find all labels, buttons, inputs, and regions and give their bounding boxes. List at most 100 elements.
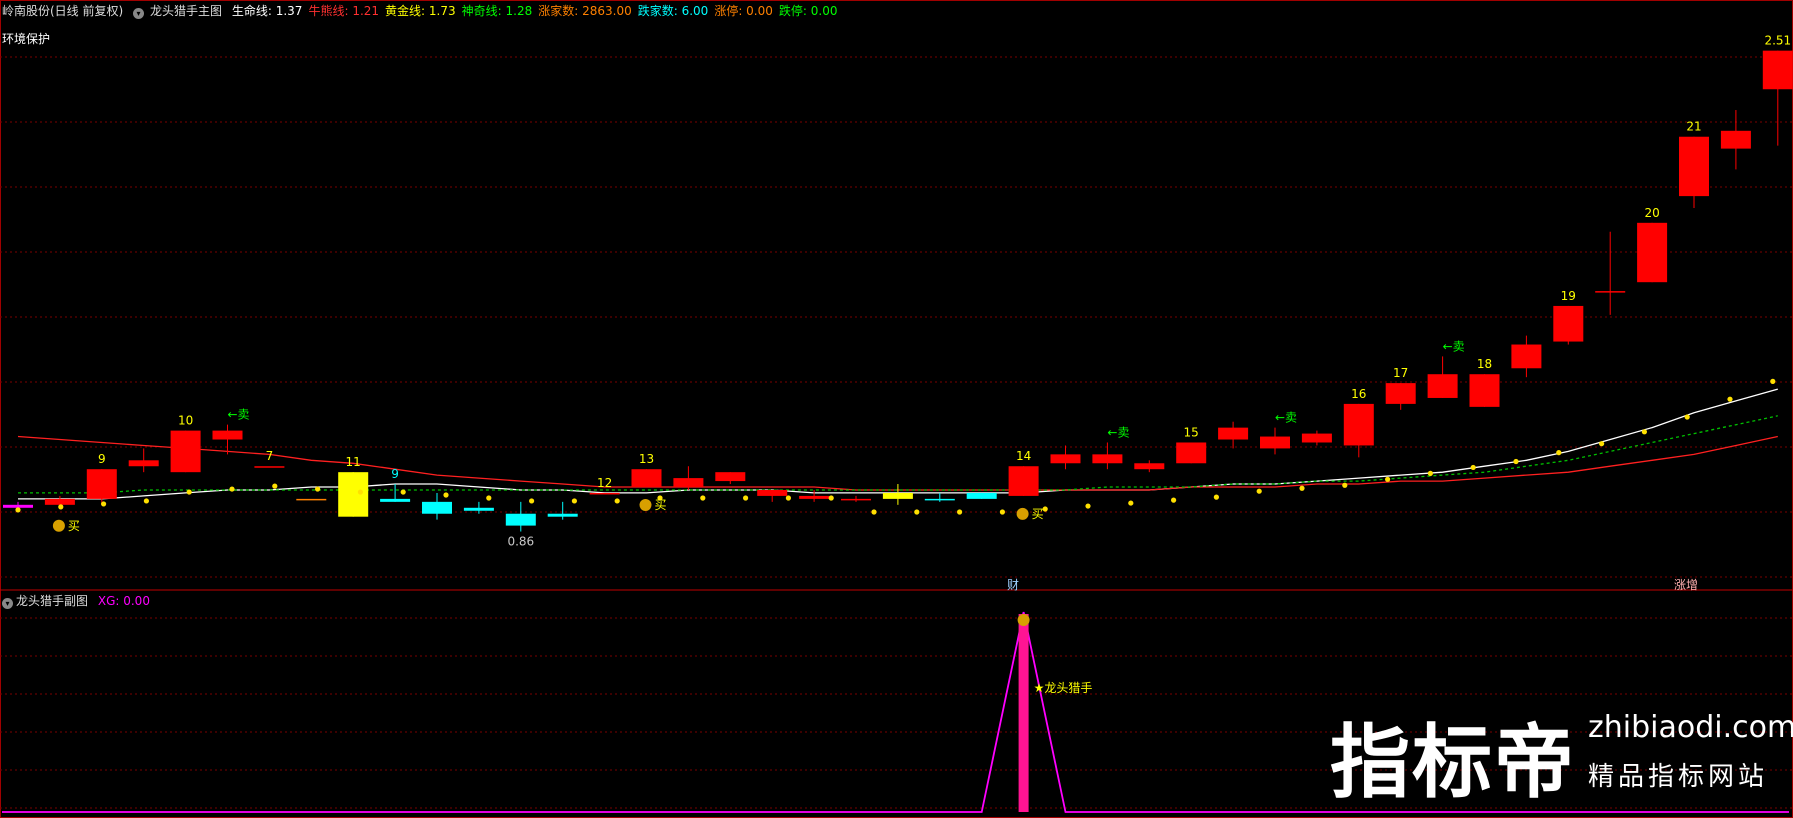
signal-dot	[1213, 494, 1219, 500]
candle-label: 11	[346, 455, 361, 469]
header-item-label: 黄金线:	[385, 4, 426, 18]
candle-body	[547, 513, 578, 517]
signal-dot	[1299, 485, 1305, 491]
signal-dot	[743, 495, 749, 501]
candle-body	[296, 498, 327, 501]
main-indicator-name[interactable]: 龙头猎手主图	[150, 4, 222, 18]
xg-label: XG:	[97, 594, 120, 608]
signal-dot	[1171, 497, 1177, 503]
signal-dot	[1513, 458, 1519, 465]
signal-dot	[1684, 414, 1690, 420]
candle-body	[86, 469, 117, 499]
series-line-神奇线	[18, 415, 1778, 494]
signal-dot	[1599, 441, 1605, 447]
chart-frame	[0, 0, 1793, 818]
xg-annotation: ★龙头猎手	[1034, 681, 1093, 695]
signal-dot	[272, 483, 278, 489]
signal-dot	[229, 486, 235, 492]
candle-label: 18	[1477, 357, 1492, 371]
candle-body	[1762, 50, 1793, 90]
header-item-value: 2863.00	[578, 4, 632, 18]
signal-dot	[101, 501, 107, 507]
status-text: 环境保护	[2, 32, 51, 46]
signal-dot	[871, 509, 877, 515]
candle-body	[1427, 374, 1458, 398]
dropdown-icon[interactable]: ▾	[2, 598, 13, 609]
signal-dot	[1470, 464, 1476, 471]
header-item-label: 涨家数:	[538, 4, 579, 18]
candle-label: 15	[1184, 425, 1199, 439]
candle-label: 2.51	[1764, 34, 1791, 48]
candle-body	[1092, 454, 1123, 464]
candle-body	[841, 498, 871, 501]
candle-body	[170, 430, 201, 473]
candle-body	[1595, 291, 1626, 293]
sub-indicator-name[interactable]: 龙头猎手副图	[16, 594, 88, 608]
header-item-value: 1.28	[501, 4, 533, 18]
cai-tag[interactable]: 财	[1007, 576, 1019, 593]
candle-body	[673, 478, 704, 488]
dropdown-icon[interactable]: ▾	[133, 8, 145, 19]
watermark-slogan: 精品指标网站	[1588, 762, 1769, 792]
signal-dot	[315, 486, 321, 492]
signal-dot	[957, 509, 963, 515]
signal-dot	[1385, 476, 1391, 482]
signal-dot	[1727, 396, 1733, 402]
header-item-value: 0.00	[742, 4, 773, 18]
moneybag-icon	[1016, 507, 1029, 520]
series-line-牛熊线	[17, 435, 1778, 491]
candle-body	[1720, 130, 1751, 149]
candle-body	[1176, 442, 1207, 464]
signal-dot	[58, 504, 64, 510]
candle-body	[128, 460, 159, 467]
candle-label: 12	[597, 476, 612, 490]
candle-body	[1050, 454, 1081, 464]
signal-dot	[1641, 429, 1647, 435]
xg-value: 0.00	[123, 594, 150, 608]
candle-body	[380, 498, 411, 502]
signal-dot	[1427, 470, 1433, 476]
signal-dot	[700, 495, 706, 501]
candle-label: 17	[1393, 366, 1408, 380]
watermark-brand: 指标帝	[1330, 716, 1576, 809]
sell-signal: ←卖	[1107, 425, 1129, 439]
signal-dot	[614, 498, 620, 504]
stock-name: 岭南股份(日线 前复权)	[2, 4, 124, 18]
signal-dot	[785, 495, 792, 501]
moneybag-icon	[1017, 614, 1030, 626]
candle-label: 21	[1686, 120, 1701, 134]
chart-canvas[interactable]: 9107 1190.861213 14151617181920212.51买买买←卖…	[0, 0, 1793, 818]
header-item-label: 跌停:	[778, 4, 807, 18]
candle-body	[924, 498, 955, 501]
header-item-value: 6.00	[677, 4, 709, 18]
signal-dot	[443, 492, 449, 498]
sell-signal: ←卖	[1275, 411, 1297, 425]
candle-label: 19	[1561, 289, 1576, 303]
candle-body	[1008, 466, 1039, 496]
header-item-label: 神奇线:	[461, 4, 502, 18]
signal-dot	[1556, 450, 1562, 456]
signal-dot	[1256, 488, 1262, 494]
header-item-value: 0.00	[806, 4, 838, 18]
header-item-value: 1.37	[271, 4, 303, 18]
header-item-label: 跌家数:	[637, 4, 678, 18]
candle-label: 9	[98, 452, 106, 466]
candle-body	[1469, 374, 1500, 407]
header-item-label: 牛熊线:	[308, 4, 349, 18]
candle-body	[589, 492, 620, 495]
sell-signal: ←卖	[1443, 339, 1465, 353]
zhangzeng-tag[interactable]: 涨增	[1674, 576, 1698, 593]
candle-body	[1385, 383, 1416, 404]
buy-signal: 买	[1032, 507, 1044, 521]
buy-signal: 买	[655, 498, 667, 512]
moneybag-icon	[52, 519, 65, 532]
main-header: 岭南股份(日线 前复权) ▾ 龙头猎手主图 生命线: 1.37 牛熊线: 1.21 黄…	[2, 3, 850, 19]
header-item-value: 1.21	[348, 4, 380, 18]
series-line-生命线	[18, 388, 1778, 500]
candle-label: 14	[1016, 449, 1031, 463]
candle-label: 16	[1351, 387, 1366, 401]
signal-dot	[357, 489, 363, 495]
signal-dot	[999, 509, 1006, 515]
signal-dot	[1085, 503, 1091, 509]
signal-dot	[529, 498, 535, 504]
